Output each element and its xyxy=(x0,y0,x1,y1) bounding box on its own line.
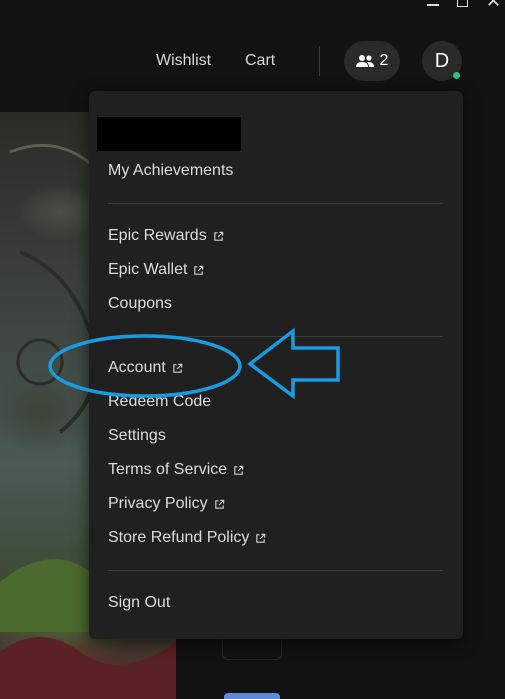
avatar[interactable]: D xyxy=(422,41,462,81)
external-link-icon xyxy=(194,265,204,275)
external-link-icon xyxy=(256,533,266,543)
menu-item-label: Settings xyxy=(108,427,166,444)
online-status-dot xyxy=(453,72,460,79)
menu-item-label: My Achievements xyxy=(108,162,234,179)
avatar-initial: D xyxy=(434,49,450,72)
maximize-icon[interactable] xyxy=(456,0,468,7)
menu-separator xyxy=(108,203,443,204)
account-dropdown-menu: My Achievements Epic Rewards Epic Wallet Co… xyxy=(89,91,463,639)
menu-item-label: Privacy Policy xyxy=(108,495,208,512)
friends-button[interactable]: 2 xyxy=(344,41,400,81)
external-link-icon xyxy=(173,363,183,373)
external-link-icon xyxy=(234,465,244,475)
menu-item-epic-wallet[interactable]: Epic Wallet xyxy=(108,261,204,279)
menu-item-label: Epic Rewards xyxy=(108,227,207,244)
menu-item-label: Store Refund Policy xyxy=(108,529,250,546)
menu-item-account[interactable]: Account xyxy=(108,359,183,377)
menu-item-label: Coupons xyxy=(108,295,173,312)
background-button-edge xyxy=(224,693,280,699)
menu-item-coupons[interactable]: Coupons xyxy=(108,295,172,313)
redacted-username xyxy=(97,117,241,151)
menu-item-label: Epic Wallet xyxy=(108,261,188,278)
menu-item-epic-rewards[interactable]: Epic Rewards xyxy=(108,227,224,245)
menu-item-store-refund-policy[interactable]: Store Refund Policy xyxy=(108,529,266,547)
wishlist-link[interactable]: Wishlist xyxy=(156,52,211,70)
menu-item-terms-of-service[interactable]: Terms of Service xyxy=(108,461,244,479)
friends-count: 2 xyxy=(379,52,389,69)
menu-item-privacy-policy[interactable]: Privacy Policy xyxy=(108,495,225,513)
cart-link[interactable]: Cart xyxy=(245,52,275,70)
sign-out-button[interactable]: Sign Out xyxy=(108,594,170,612)
menu-separator xyxy=(108,336,443,337)
window-controls: ✕ xyxy=(426,0,505,10)
menu-item-label: Redeem Code xyxy=(108,393,212,410)
menu-separator xyxy=(108,570,443,571)
external-link-icon xyxy=(213,231,223,241)
menu-item-label: Terms of Service xyxy=(108,461,228,478)
friends-icon xyxy=(355,55,374,67)
external-link-icon xyxy=(214,499,224,509)
top-bar: Wishlist Cart 2 D xyxy=(0,40,505,84)
menu-item-settings[interactable]: Settings xyxy=(108,427,166,445)
close-icon[interactable]: ✕ xyxy=(486,0,501,10)
menu-item-my-achievements[interactable]: My Achievements xyxy=(108,162,233,180)
header-divider xyxy=(319,46,320,76)
menu-item-redeem-code[interactable]: Redeem Code xyxy=(108,393,211,411)
minimize-icon[interactable] xyxy=(426,4,439,6)
menu-item-label: Account xyxy=(108,359,166,376)
